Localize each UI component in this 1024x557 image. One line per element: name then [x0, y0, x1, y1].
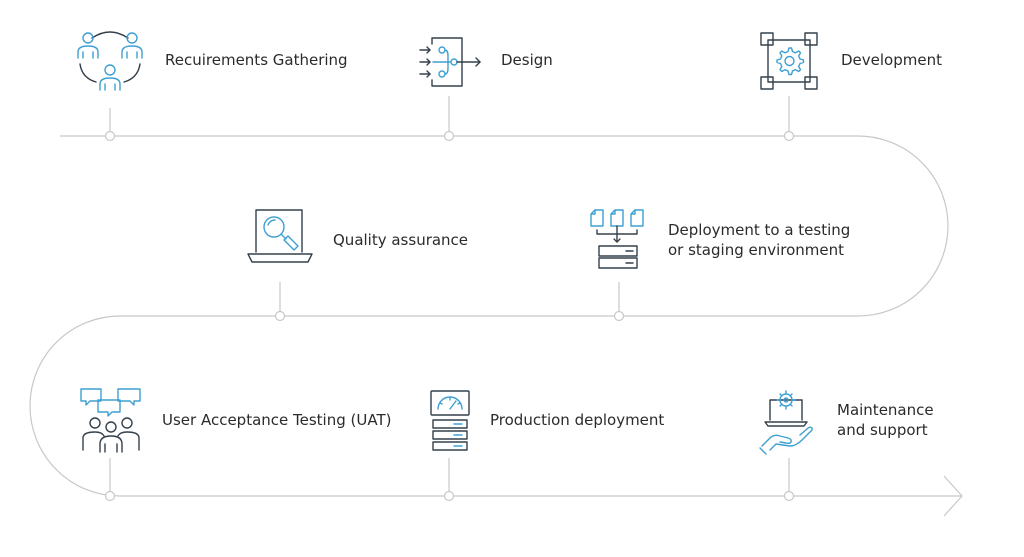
process-timeline [29, 96, 963, 517]
step-label-line: and support [837, 421, 928, 439]
timeline-node [443, 490, 455, 502]
timeline-node [783, 130, 795, 142]
gear-frame-icon [758, 30, 820, 92]
hand-laptop-gear-icon [758, 388, 822, 455]
users-chat-icon [78, 386, 144, 454]
step-label: Production deployment [490, 411, 665, 429]
timeline-node [104, 490, 116, 502]
laptop-search-icon [246, 206, 314, 266]
timeline-node [104, 130, 116, 142]
timeline-node [613, 310, 625, 322]
step-label: Quality assurance [333, 231, 469, 249]
step-label: User Acceptance Testing (UAT) [162, 411, 392, 429]
step-label: Design [501, 51, 553, 69]
timeline-node [443, 130, 455, 142]
timeline-node [783, 490, 795, 502]
step-label-line: or staging environment [668, 241, 845, 259]
documents-server-icon [588, 206, 652, 274]
step-label-line: Deployment to a testing [668, 221, 851, 239]
design-flow-icon [418, 36, 484, 88]
step-label-line: Maintenance [837, 401, 934, 419]
people-team-icon [74, 28, 146, 94]
step-label: Development [841, 51, 942, 69]
timeline-node [274, 310, 286, 322]
timeline-path [29, 135, 962, 497]
server-gauge-icon [428, 388, 472, 454]
step-label: Recuirements Gathering [165, 51, 348, 69]
